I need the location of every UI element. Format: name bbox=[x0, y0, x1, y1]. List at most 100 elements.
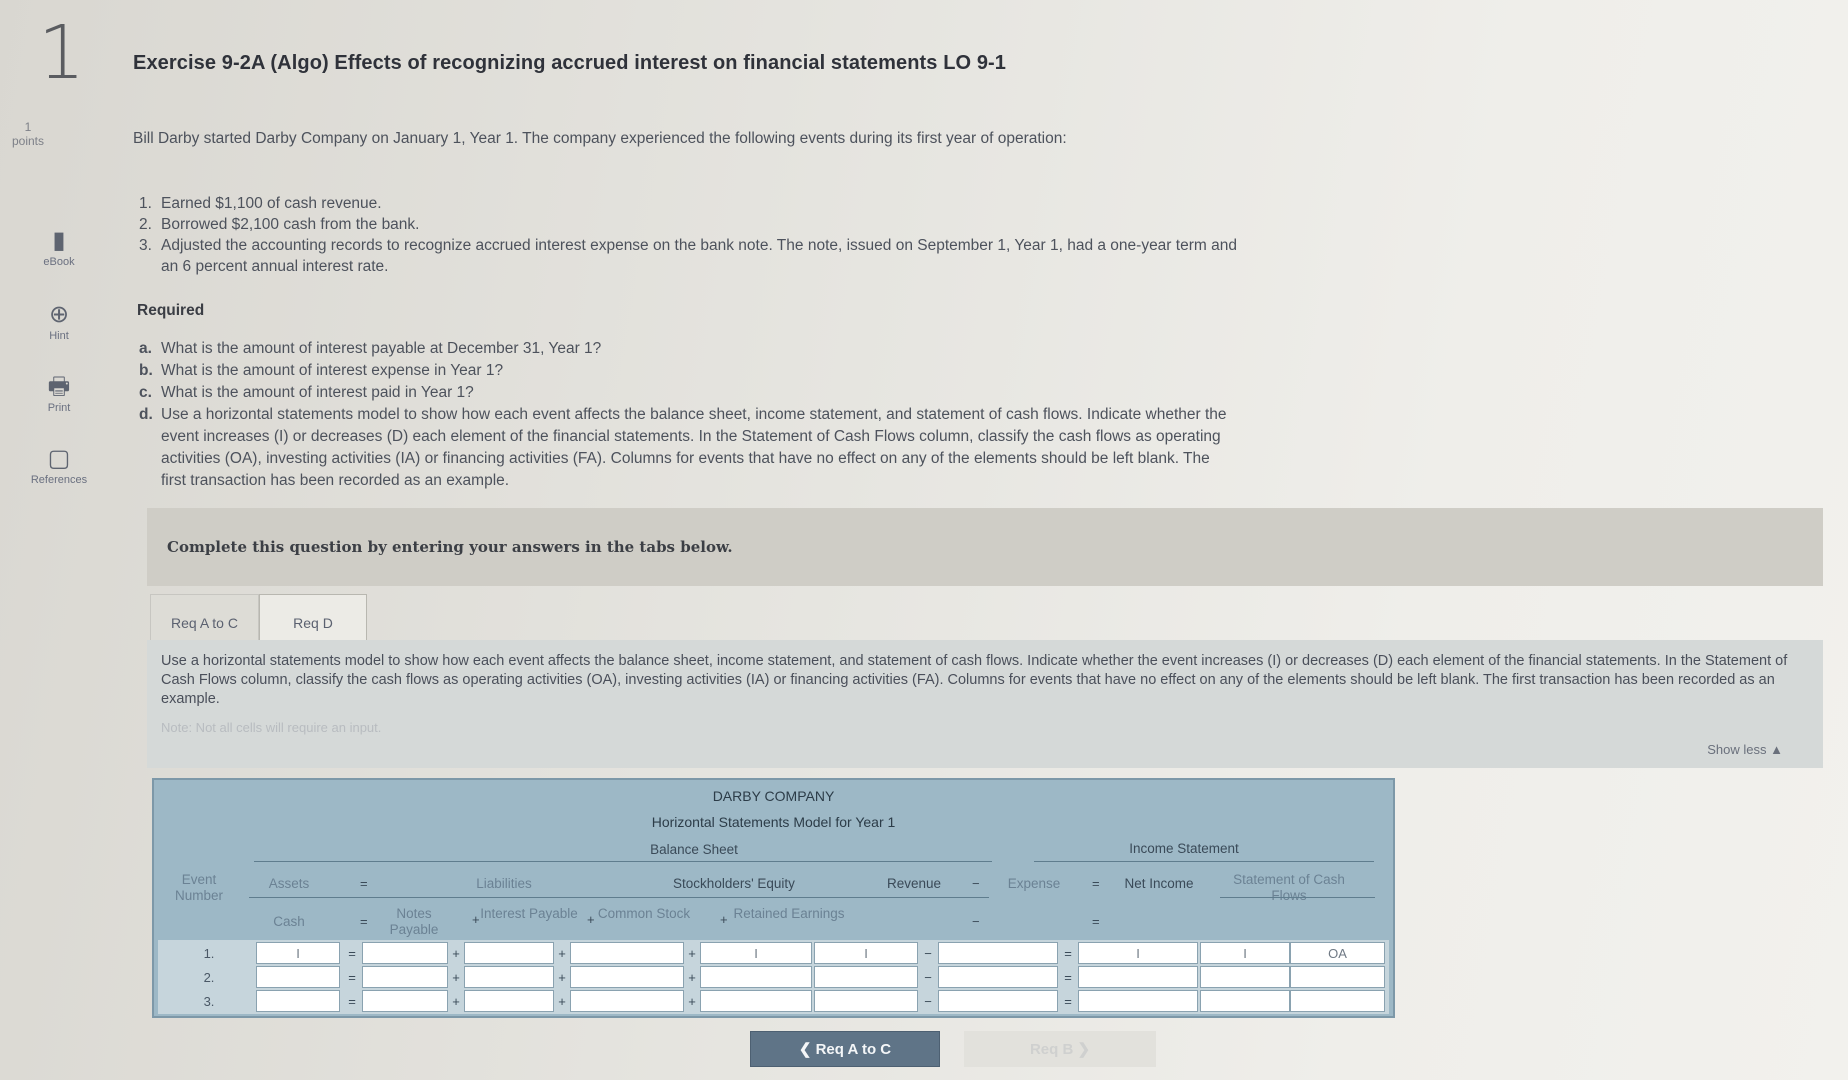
net-income-header: Net Income bbox=[1124, 876, 1194, 891]
plus-sign: + bbox=[452, 945, 460, 961]
row3-common-stock-input[interactable] bbox=[570, 990, 684, 1012]
row2-retained-earnings-input[interactable] bbox=[700, 966, 812, 988]
minus-sign: − bbox=[972, 914, 980, 929]
row1-notes-payable-input[interactable] bbox=[362, 942, 448, 964]
print-link[interactable]: 🖶 Print bbox=[30, 373, 88, 415]
instruction-banner: Complete this question by entering your … bbox=[147, 508, 1823, 586]
event-number: 1. bbox=[203, 945, 215, 961]
divider bbox=[249, 897, 989, 898]
row3-notes-payable-input[interactable] bbox=[362, 990, 448, 1012]
list-item: b. What is the amount of interest expense… bbox=[139, 362, 504, 379]
equals-sign: = bbox=[1092, 914, 1100, 929]
row2-cash-flow-direction-input[interactable] bbox=[1200, 966, 1290, 988]
row1-cash-flow-direction-input[interactable]: I bbox=[1200, 942, 1290, 964]
row3-cash-flow-class-input[interactable] bbox=[1290, 990, 1385, 1012]
expense-header: Expense bbox=[1007, 876, 1061, 891]
equals-sign: = bbox=[348, 969, 356, 985]
row3-cash-flow-direction-input[interactable] bbox=[1200, 990, 1290, 1012]
plus-sign: + bbox=[558, 945, 566, 961]
plus-sign: + bbox=[452, 969, 460, 985]
list-item: 2. Borrowed $2,100 cash from the bank. bbox=[139, 216, 420, 233]
row2-common-stock-input[interactable] bbox=[570, 966, 684, 988]
row2-net-income-input[interactable] bbox=[1078, 966, 1198, 988]
equals-sign: = bbox=[360, 914, 368, 929]
panel-description: Use a horizontal statements model to sho… bbox=[161, 653, 1788, 707]
references-link[interactable]: ▢ References bbox=[30, 445, 88, 487]
ebook-link[interactable]: ▮ eBook bbox=[30, 227, 88, 269]
question-number: 1 bbox=[38, 10, 86, 96]
equals-sign: = bbox=[1064, 969, 1072, 985]
liabilities-header: Liabilities bbox=[476, 876, 532, 891]
list-item: a. What is the amount of interest payable… bbox=[139, 340, 602, 357]
cash-header: Cash bbox=[273, 914, 305, 929]
row2-interest-payable-input[interactable] bbox=[464, 966, 554, 988]
event-number: 2. bbox=[203, 969, 215, 985]
equals-sign: = bbox=[1064, 993, 1072, 1009]
plus-sign: + bbox=[688, 945, 696, 961]
row3-cash-input[interactable] bbox=[256, 990, 340, 1012]
answer-grid: 1. I = + + + I I − = I I OA 2. = + + + −… bbox=[158, 940, 1389, 1014]
points-label: 1 points bbox=[11, 120, 45, 148]
company-name: DARBY COMPANY bbox=[712, 788, 835, 804]
row1-net-income-input[interactable]: I bbox=[1078, 942, 1198, 964]
intro-text: Bill Darby started Darby Company on Janu… bbox=[133, 130, 1067, 147]
tab-panel: Use a horizontal statements model to sho… bbox=[147, 640, 1823, 768]
row3-expense-input[interactable] bbox=[938, 990, 1058, 1012]
notes-payable-header: Notes Payable bbox=[389, 906, 439, 937]
row3-retained-earnings-input[interactable] bbox=[700, 990, 812, 1012]
exercise-title: Exercise 9-2A (Algo) Effects of recogniz… bbox=[133, 52, 1007, 74]
divider bbox=[254, 861, 992, 862]
required-heading: Required bbox=[137, 302, 205, 319]
row2-revenue-input[interactable] bbox=[814, 966, 918, 988]
divider bbox=[1220, 897, 1375, 898]
row1-common-stock-input[interactable] bbox=[570, 942, 684, 964]
row1-interest-payable-input[interactable] bbox=[464, 942, 554, 964]
cash-flows-header: Statement of Cash Flows bbox=[1233, 872, 1345, 903]
row1-expense-input[interactable] bbox=[938, 942, 1058, 964]
list-item: 3. Adjusted the accounting records to rec… bbox=[139, 237, 1237, 275]
row1-retained-earnings-input[interactable]: I bbox=[700, 942, 812, 964]
print-label: Print bbox=[47, 402, 71, 414]
row3-interest-payable-input[interactable] bbox=[464, 990, 554, 1012]
hint-label: Hint bbox=[49, 330, 69, 342]
row1-revenue-input[interactable]: I bbox=[814, 942, 918, 964]
plus-sign: + bbox=[688, 969, 696, 985]
event-number: 3. bbox=[203, 993, 215, 1009]
retained-earnings-header: Retained Earnings bbox=[733, 906, 845, 921]
plus-sign: + bbox=[558, 993, 566, 1009]
hint-link[interactable]: ⊕ Hint bbox=[30, 302, 88, 343]
next-req-button[interactable]: Req B ❯ bbox=[964, 1031, 1156, 1067]
row1-cash-flow-class-input[interactable]: OA bbox=[1290, 942, 1385, 964]
show-less-link[interactable]: Show less ▲ bbox=[1707, 742, 1783, 757]
equals-sign: = bbox=[360, 876, 368, 891]
references-icon: ▢ bbox=[47, 445, 71, 472]
equals-sign: = bbox=[1064, 945, 1072, 961]
row2-cash-input[interactable] bbox=[256, 966, 340, 988]
row2-cash-flow-class-input[interactable] bbox=[1290, 966, 1385, 988]
model-subtitle: Horizontal Statements Model for Year 1 bbox=[651, 814, 896, 830]
plus-sign: + bbox=[452, 993, 460, 1009]
print-icon: 🖶 bbox=[47, 373, 71, 400]
ebook-label: eBook bbox=[43, 256, 75, 268]
list-item: 1. Earned $1,100 of cash revenue. bbox=[139, 195, 382, 212]
balance-sheet-header: Balance Sheet bbox=[650, 842, 738, 857]
list-item: d. Use a horizontal statements model to s… bbox=[139, 406, 1227, 489]
panel-note: Note: Not all cells will require an inpu… bbox=[161, 720, 382, 735]
income-statement-header: Income Statement bbox=[1129, 841, 1239, 856]
prev-req-button[interactable]: ❮ Req A to C bbox=[750, 1031, 940, 1067]
horizontal-statements-model: DARBY COMPANY Horizontal Statements Mode… bbox=[152, 778, 1395, 1018]
plus-sign: + bbox=[720, 912, 728, 927]
row1-cash-input[interactable]: I bbox=[256, 942, 340, 964]
minus-sign: − bbox=[924, 969, 932, 985]
row2-expense-input[interactable] bbox=[938, 966, 1058, 988]
row3-net-income-input[interactable] bbox=[1078, 990, 1198, 1012]
book-icon: ▮ bbox=[52, 227, 66, 254]
references-label: References bbox=[30, 474, 88, 486]
plus-sign: + bbox=[688, 993, 696, 1009]
row2-notes-payable-input[interactable] bbox=[362, 966, 448, 988]
divider bbox=[1034, 861, 1374, 862]
banner-text: Complete this question by entering your … bbox=[167, 538, 733, 556]
row3-revenue-input[interactable] bbox=[814, 990, 918, 1012]
event-list: 1. Earned $1,100 of cash revenue. 2. Borro… bbox=[139, 193, 1249, 277]
event-number-header: Event Number bbox=[174, 872, 223, 903]
